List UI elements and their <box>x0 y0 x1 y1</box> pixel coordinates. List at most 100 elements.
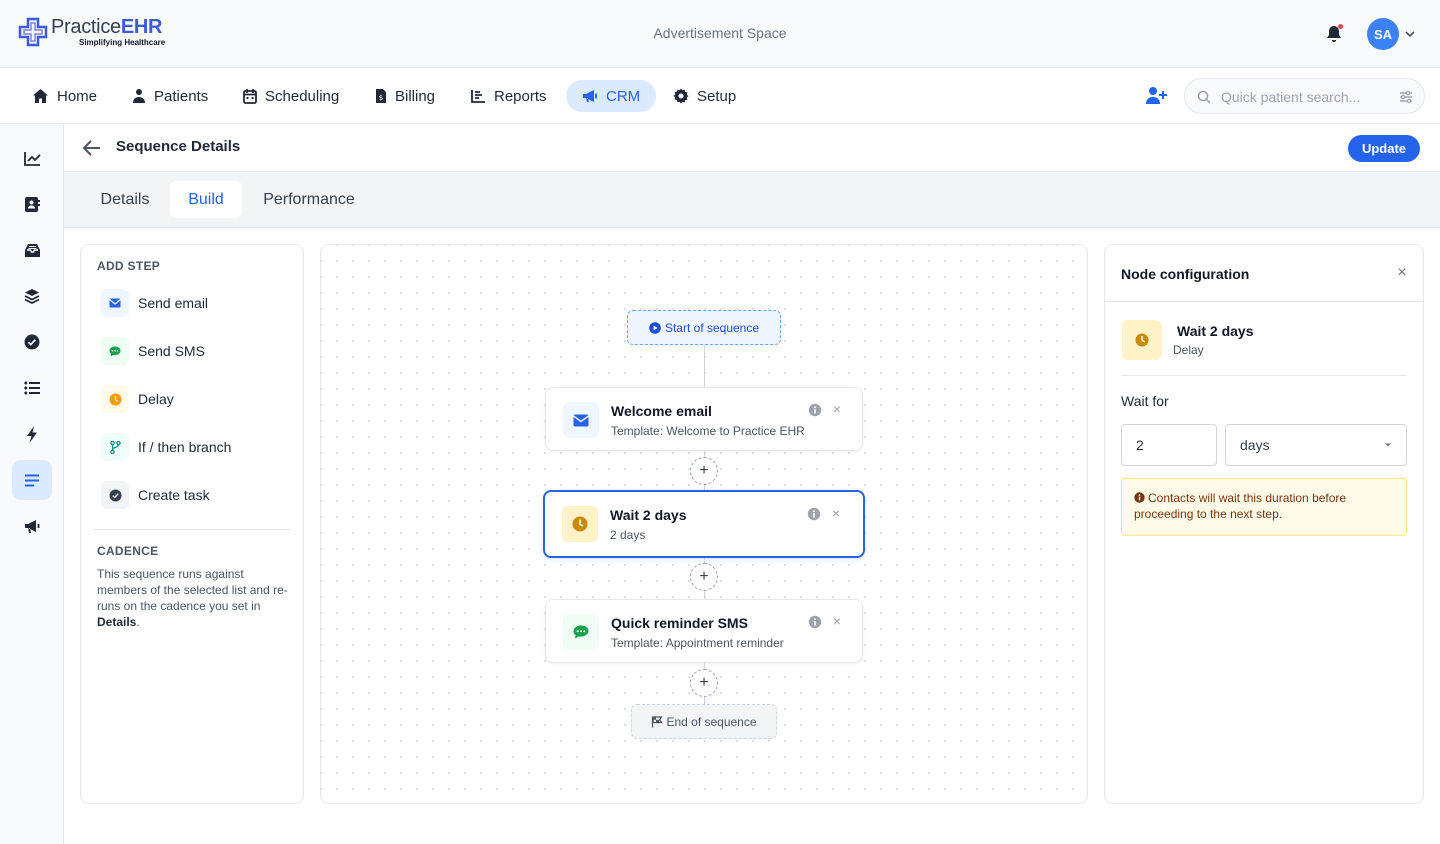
step-label: Delay <box>138 391 174 407</box>
step-branch[interactable]: If / then branch <box>101 432 231 462</box>
step-send-email[interactable]: Send email <box>101 288 208 318</box>
divider <box>93 529 291 530</box>
nav-crm-label: CRM <box>606 87 641 105</box>
tab-build[interactable]: Build <box>170 181 242 218</box>
sequence-canvas[interactable]: Start of sequence Welcome email Template… <box>320 244 1088 804</box>
nav-scheduling-label: Scheduling <box>265 87 340 105</box>
node-subtitle: Template: Welcome to Practice EHR <box>611 424 805 438</box>
step-label: Send email <box>138 295 209 311</box>
sms-icon <box>563 614 599 650</box>
start-of-sequence-node: Start of sequence <box>627 310 781 345</box>
play-circle-icon <box>649 321 661 334</box>
tab-details[interactable]: Details <box>84 181 166 218</box>
end-label: End of sequence <box>666 714 757 729</box>
calendar-icon <box>243 89 257 104</box>
cadence-text: This sequence runs against members of th… <box>97 567 288 613</box>
divider <box>1121 375 1407 376</box>
task-check-icon <box>101 481 129 509</box>
nav-setup[interactable]: Setup <box>673 80 736 112</box>
rail-sequences[interactable] <box>12 460 52 500</box>
rail-automations[interactable] <box>12 414 52 454</box>
nav-home-label: Home <box>57 87 98 105</box>
rail-dashboard[interactable] <box>12 138 52 178</box>
node-subtitle: 2 days <box>610 528 646 542</box>
step-delay[interactable]: Delay <box>101 384 174 414</box>
update-button[interactable]: Update <box>1348 135 1420 162</box>
page-header: Sequence Details Update <box>64 124 1440 172</box>
left-rail <box>0 124 64 844</box>
rail-lists[interactable] <box>12 368 52 408</box>
search-icon <box>1197 90 1211 104</box>
quick-patient-search[interactable] <box>1184 78 1425 114</box>
home-icon <box>33 89 48 103</box>
add-step-button[interactable]: + <box>690 669 718 697</box>
cadence-description: This sequence runs against members of th… <box>97 566 291 630</box>
remove-node-button[interactable]: × <box>830 614 844 628</box>
caret-down-icon <box>1385 443 1391 447</box>
start-label: Start of sequence <box>664 320 760 335</box>
chevron-down-icon[interactable] <box>1404 28 1416 40</box>
search-input[interactable] <box>1221 87 1391 107</box>
sequence-node-wait[interactable]: Wait 2 days 2 days × <box>543 490 865 558</box>
step-create-task[interactable]: Create task <box>101 480 210 510</box>
nav-billing[interactable]: $ Billing <box>375 80 435 112</box>
bolt-icon <box>27 425 37 443</box>
node-title: Wait 2 days <box>610 507 687 523</box>
node-configuration-panel: Node configuration × Wait 2 days Delay W… <box>1104 244 1424 804</box>
wait-duration-input[interactable] <box>1121 424 1217 466</box>
back-arrow-icon[interactable] <box>82 139 102 157</box>
add-patient-icon[interactable] <box>1145 86 1167 106</box>
nav-patients[interactable]: Patients <box>132 80 208 112</box>
cadence-end: . <box>136 615 140 629</box>
lines-icon <box>25 474 39 486</box>
add-step-heading: ADD STEP <box>97 259 161 273</box>
notification-dot <box>1338 24 1343 29</box>
remove-node-button[interactable]: × <box>830 402 844 416</box>
info-icon[interactable] <box>808 403 822 417</box>
tab-performance[interactable]: Performance <box>248 181 370 218</box>
wait-unit-value: days <box>1240 437 1270 453</box>
nav-reports[interactable]: Reports <box>471 80 547 112</box>
rail-contacts[interactable] <box>12 184 52 224</box>
clock-icon <box>101 385 129 413</box>
rail-campaigns[interactable] <box>12 506 52 546</box>
nav-crm[interactable]: CRM <box>566 80 657 112</box>
branch-icon <box>101 433 129 461</box>
delay-hint: Contacts will wait this duration before … <box>1121 478 1407 536</box>
filter-sliders-icon[interactable] <box>1399 90 1413 104</box>
step-label: Send SMS <box>138 343 205 359</box>
sequence-node-welcome-email[interactable]: Welcome email Template: Welcome to Pract… <box>545 387 863 451</box>
add-step-button[interactable]: + <box>690 457 718 485</box>
nav-setup-label: Setup <box>697 87 737 105</box>
info-icon[interactable] <box>807 507 821 521</box>
connector-line <box>704 345 705 387</box>
contact-book-icon <box>25 196 40 212</box>
config-node-title: Wait 2 days <box>1177 323 1254 339</box>
clock-icon <box>562 506 598 542</box>
step-send-sms[interactable]: Send SMS <box>101 336 205 366</box>
config-node-type: Delay <box>1173 343 1204 357</box>
sequence-node-reminder-sms[interactable]: Quick reminder SMS Template: Appointment… <box>545 599 863 663</box>
add-step-button[interactable]: + <box>690 563 718 591</box>
rail-tasks[interactable] <box>12 322 52 362</box>
nav-reports-label: Reports <box>494 87 547 105</box>
node-subtitle: Template: Appointment reminder <box>611 636 784 650</box>
nav-scheduling[interactable]: Scheduling <box>243 80 339 112</box>
reports-icon <box>471 90 485 103</box>
sms-icon <box>101 337 129 365</box>
nav-billing-label: Billing <box>395 87 436 105</box>
rail-layers[interactable] <box>12 276 52 316</box>
clock-icon <box>1122 320 1162 360</box>
info-icon[interactable] <box>808 615 822 629</box>
wait-unit-select[interactable]: days <box>1225 424 1407 466</box>
rail-inbox[interactable] <box>12 230 52 270</box>
envelope-icon <box>563 402 599 438</box>
layers-icon <box>24 289 40 304</box>
close-config-button[interactable]: × <box>1394 265 1410 281</box>
wait-for-label: Wait for <box>1121 393 1169 409</box>
avatar[interactable]: SA <box>1367 18 1399 50</box>
hint-text: Contacts will wait this duration before … <box>1134 491 1347 521</box>
nav-home[interactable]: Home <box>32 80 97 112</box>
patients-icon <box>133 89 145 103</box>
remove-node-button[interactable]: × <box>829 506 843 520</box>
